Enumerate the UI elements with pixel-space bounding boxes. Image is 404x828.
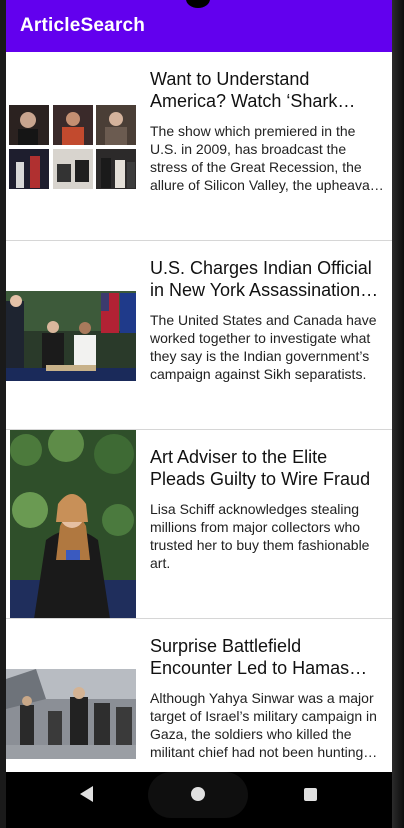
phone-screen: ArticleSearch Want to Understand America… [6,0,392,828]
back-button[interactable] [64,772,108,816]
article-item[interactable]: U.S. Charges Indian Official in New York… [6,241,392,430]
article-item[interactable]: Want to Understand America? Watch ‘Shark… [6,52,392,241]
article-text: Surprise Battlefield Encounter Led to Ha… [150,635,386,761]
article-list[interactable]: Want to Understand America? Watch ‘Shark… [6,52,392,808]
recents-square-icon [303,787,317,801]
recents-button[interactable] [288,772,332,816]
article-headline: U.S. Charges Indian Official in New York… [150,258,372,300]
article-text: U.S. Charges Indian Official in New York… [150,257,386,383]
article-headline: Art Adviser to the Elite Pleads Guilty t… [150,447,371,489]
article-headline: Surprise Battlefield Encounter Led to Ha… [150,636,350,678]
article-text: Art Adviser to the Elite Pleads Guilty t… [150,446,386,572]
device-frame-right [392,0,404,828]
article-thumbnail [6,52,136,240]
article-snippet: The United States and Canada have worked… [150,312,377,382]
leaders-stage-photo-image [6,241,136,429]
article-thumbnail [6,241,136,429]
app-title: ArticleSearch [20,15,146,36]
article-snippet: The show which premiered in the U.S. in … [150,123,373,193]
article-snippet: Although Yahya Sinwar was a major target… [150,690,377,760]
system-navigation-bar [6,772,392,828]
article-snippet: Lisa Schiff acknowledges stealing millio… [150,501,370,571]
article-thumbnail [6,430,136,618]
home-circle-icon [191,787,205,801]
home-button[interactable] [176,772,220,816]
article-headline: Want to Understand America? Watch ‘Shark… [150,69,338,111]
back-triangle-icon [79,786,93,802]
article-item[interactable]: Art Adviser to the Elite Pleads Guilty t… [6,430,392,619]
article-text: Want to Understand America? Watch ‘Shark… [150,68,386,194]
shark-tank-collage-image [6,52,136,240]
portrait-photo-image [10,430,136,618]
